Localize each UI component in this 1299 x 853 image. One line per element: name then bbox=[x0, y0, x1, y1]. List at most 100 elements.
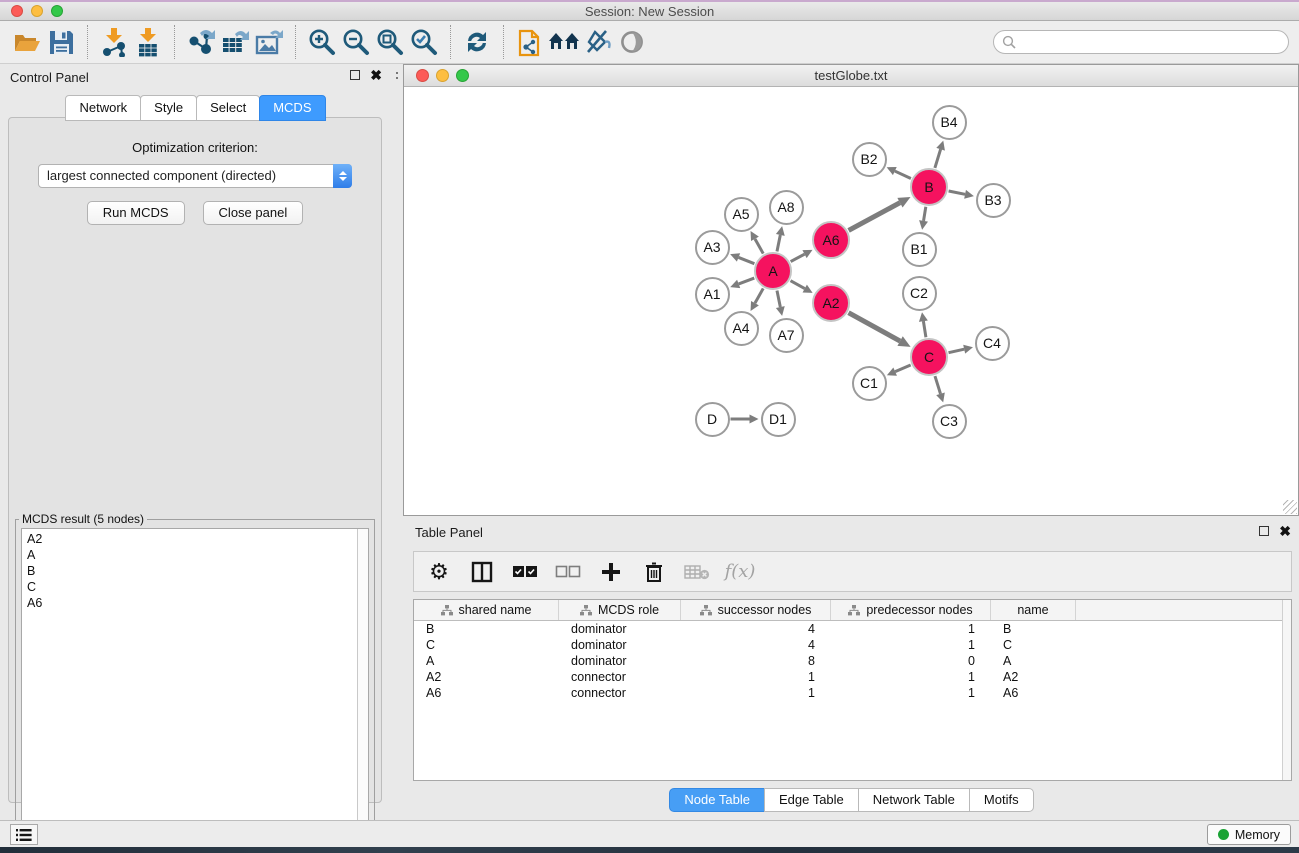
graph-node-b[interactable]: B bbox=[910, 168, 948, 206]
import-network-button[interactable] bbox=[97, 25, 131, 59]
tab-select[interactable]: Select bbox=[196, 95, 260, 121]
graph-node-b2[interactable]: B2 bbox=[852, 142, 887, 177]
zoom-in-button[interactable] bbox=[305, 25, 339, 59]
table-row[interactable]: A2connector11A2 bbox=[414, 669, 1291, 685]
home-view-button[interactable] bbox=[547, 25, 581, 59]
network-window-titlebar[interactable]: testGlobe.txt bbox=[404, 65, 1298, 87]
close-panel-button[interactable]: Close panel bbox=[203, 201, 304, 225]
task-history-button[interactable] bbox=[10, 824, 38, 845]
zoom-selected-icon bbox=[409, 27, 439, 57]
mcds-result-item[interactable]: A2 bbox=[27, 531, 363, 547]
network-view-window: testGlobe.txt B4 B2 B B3 A5 A8A6 B1 A3 A C2 A1 A2 A4… bbox=[403, 64, 1299, 516]
hide-annotations-button[interactable] bbox=[581, 25, 615, 59]
window-resize-grip[interactable] bbox=[1283, 500, 1297, 514]
show-columns-button[interactable] bbox=[469, 559, 495, 585]
graph-node-a6[interactable]: A6 bbox=[812, 221, 850, 259]
function-builder-button[interactable]: f(x) bbox=[727, 559, 753, 585]
mcds-result-item[interactable]: C bbox=[27, 579, 363, 595]
column-predecessor-nodes[interactable]: predecessor nodes bbox=[831, 600, 991, 620]
tab-motifs[interactable]: Motifs bbox=[969, 788, 1034, 812]
panel-splitter[interactable] bbox=[392, 64, 402, 820]
run-mcds-button[interactable]: Run MCDS bbox=[87, 201, 185, 225]
network-close-button[interactable] bbox=[416, 69, 429, 82]
mcds-result-item[interactable]: A bbox=[27, 547, 363, 563]
select-all-columns-button[interactable] bbox=[512, 559, 538, 585]
import-table-icon bbox=[134, 27, 162, 57]
tab-edge-table[interactable]: Edge Table bbox=[764, 788, 859, 812]
clone-network-button[interactable] bbox=[513, 25, 547, 59]
zoom-fit-button[interactable] bbox=[373, 25, 407, 59]
memory-button[interactable]: Memory bbox=[1207, 824, 1291, 845]
refresh-button[interactable] bbox=[460, 25, 494, 59]
graph-node-a3[interactable]: A3 bbox=[695, 230, 730, 265]
search-input[interactable] bbox=[993, 30, 1289, 54]
tab-network[interactable]: Network bbox=[65, 95, 141, 121]
double-house-icon bbox=[547, 29, 581, 55]
graph-node-a[interactable]: A bbox=[754, 252, 792, 290]
tab-node-table[interactable]: Node Table bbox=[669, 788, 765, 812]
table-scrollbar[interactable] bbox=[1282, 600, 1291, 780]
graph-node-b1[interactable]: B1 bbox=[902, 232, 937, 267]
optimization-criterion-select[interactable]: largest connected component (directed) bbox=[38, 164, 352, 188]
graph-node-c[interactable]: C bbox=[910, 338, 948, 376]
export-network-button[interactable] bbox=[184, 25, 218, 59]
graph-node-c4[interactable]: C4 bbox=[975, 326, 1010, 361]
save-session-button[interactable] bbox=[44, 25, 78, 59]
delete-column-button[interactable] bbox=[641, 559, 667, 585]
table-row[interactable]: Cdominator41C bbox=[414, 637, 1291, 653]
column-name[interactable]: name bbox=[991, 600, 1076, 620]
delete-table-button[interactable] bbox=[684, 559, 710, 585]
column-mcds-role[interactable]: MCDS role bbox=[559, 600, 681, 620]
graph-node-c3[interactable]: C3 bbox=[932, 404, 967, 439]
table-tabs: Node Table Edge Table Network Table Moti… bbox=[403, 788, 1299, 812]
export-image-button[interactable] bbox=[252, 25, 286, 59]
graph-node-b3[interactable]: B3 bbox=[976, 183, 1011, 218]
graph-node-a2[interactable]: A2 bbox=[812, 284, 850, 322]
graph-node-a7[interactable]: A7 bbox=[769, 318, 804, 353]
column-shared-name[interactable]: shared name bbox=[414, 600, 559, 620]
toolbar-separator bbox=[87, 25, 88, 59]
mcds-list-scrollbar[interactable] bbox=[357, 529, 368, 845]
open-session-button[interactable] bbox=[10, 25, 44, 59]
mcds-result-item[interactable]: B bbox=[27, 563, 363, 579]
graph-node-a1[interactable]: A1 bbox=[695, 277, 730, 312]
control-panel-title: Control Panel bbox=[10, 70, 89, 85]
table-row[interactable]: Bdominator41B bbox=[414, 621, 1291, 637]
close-table-panel-icon[interactable]: ✖ bbox=[1279, 526, 1291, 536]
toolbar-separator bbox=[450, 25, 451, 59]
network-canvas[interactable]: B4 B2 B B3 A5 A8A6 B1 A3 A C2 A1 A2 A4 A7 C4 C C1 D D1 C3 bbox=[406, 89, 1296, 513]
show-hide-button[interactable] bbox=[615, 25, 649, 59]
table-row[interactable]: Adominator80A bbox=[414, 653, 1291, 669]
import-table-button[interactable] bbox=[131, 25, 165, 59]
mcds-result-list[interactable]: A2ABCA6 bbox=[21, 528, 369, 846]
graph-node-c1[interactable]: C1 bbox=[852, 366, 887, 401]
tab-style[interactable]: Style bbox=[140, 95, 197, 121]
column-successor-nodes[interactable]: successor nodes bbox=[681, 600, 831, 620]
export-table-icon bbox=[220, 27, 250, 57]
open-folder-icon bbox=[12, 28, 42, 56]
graph-node-b4[interactable]: B4 bbox=[932, 105, 967, 140]
deselect-all-columns-button[interactable] bbox=[555, 559, 581, 585]
table-row[interactable]: A6connector11A6 bbox=[414, 685, 1291, 701]
table-toolbar: ⚙ bbox=[413, 551, 1292, 592]
graph-node-a4[interactable]: A4 bbox=[724, 311, 759, 346]
tab-network-table[interactable]: Network Table bbox=[858, 788, 970, 812]
column-filler bbox=[1076, 600, 1291, 620]
zoom-selected-button[interactable] bbox=[407, 25, 441, 59]
network-zoom-button[interactable] bbox=[456, 69, 469, 82]
export-table-button[interactable] bbox=[218, 25, 252, 59]
graph-node-a8[interactable]: A8 bbox=[769, 190, 804, 225]
network-minimize-button[interactable] bbox=[436, 69, 449, 82]
graph-node-a5[interactable]: A5 bbox=[724, 197, 759, 232]
create-column-button[interactable] bbox=[598, 559, 624, 585]
float-panel-icon[interactable] bbox=[350, 70, 360, 80]
graph-node-d[interactable]: D bbox=[695, 402, 730, 437]
graph-node-c2[interactable]: C2 bbox=[902, 276, 937, 311]
table-settings-button[interactable]: ⚙ bbox=[426, 559, 452, 585]
close-panel-icon[interactable]: ✖ bbox=[370, 70, 382, 80]
zoom-out-button[interactable] bbox=[339, 25, 373, 59]
float-table-panel-icon[interactable] bbox=[1259, 526, 1269, 536]
graph-node-d1[interactable]: D1 bbox=[761, 402, 796, 437]
mcds-result-item[interactable]: A6 bbox=[27, 595, 363, 611]
tab-mcds[interactable]: MCDS bbox=[259, 95, 325, 121]
